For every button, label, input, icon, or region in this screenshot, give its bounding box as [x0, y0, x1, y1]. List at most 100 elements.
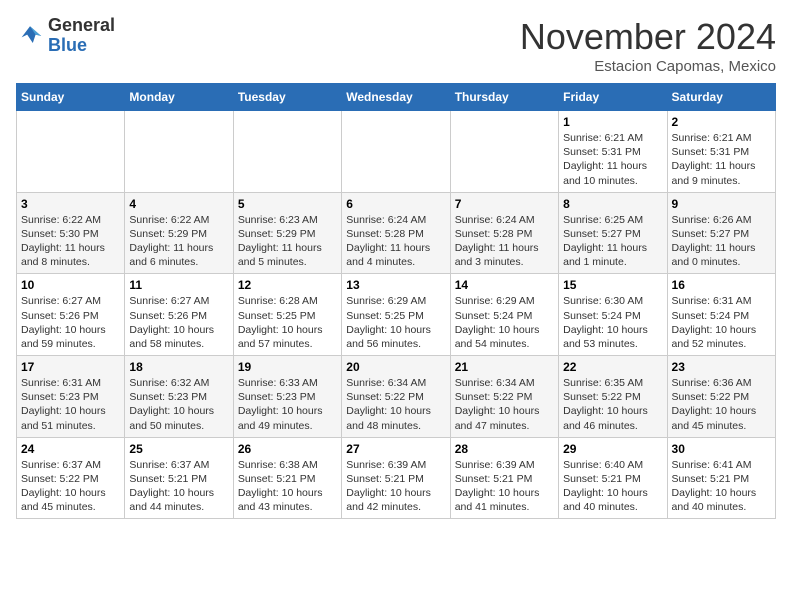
- day-info: Sunrise: 6:34 AM Sunset: 5:22 PM Dayligh…: [455, 376, 554, 433]
- calendar-day: 24 Sunrise: 6:37 AM Sunset: 5:22 PM Dayli…: [17, 437, 125, 519]
- day-number: 8: [563, 197, 662, 211]
- calendar-header-row: SundayMondayTuesdayWednesdayThursdayFrid…: [17, 84, 776, 111]
- day-info: Sunrise: 6:39 AM Sunset: 5:21 PM Dayligh…: [346, 458, 445, 515]
- day-number: 1: [563, 115, 662, 129]
- day-number: 5: [238, 197, 337, 211]
- calendar-body: 1 Sunrise: 6:21 AM Sunset: 5:31 PM Daylig…: [17, 111, 776, 519]
- calendar-day: 17Sunrise: 6:31 AM Sunset: 5:23 PM Dayli…: [17, 356, 125, 438]
- day-info: Sunrise: 6:27 AM Sunset: 5:26 PM Dayligh…: [21, 294, 120, 351]
- day-number: 26: [238, 442, 337, 456]
- calendar-day: 16Sunrise: 6:31 AM Sunset: 5:24 PM Dayli…: [667, 274, 775, 356]
- day-number: 13: [346, 278, 445, 292]
- month-title: November 2024: [520, 16, 776, 58]
- column-header-friday: Friday: [559, 84, 667, 111]
- calendar-day: 19Sunrise: 6:33 AM Sunset: 5:23 PM Dayli…: [233, 356, 341, 438]
- day-info: Sunrise: 6:26 AM Sunset: 5:27 PM Dayligh…: [672, 213, 771, 270]
- calendar-day: 9 Sunrise: 6:26 AM Sunset: 5:27 PM Daylig…: [667, 192, 775, 274]
- logo-blue-text: Blue: [48, 35, 87, 55]
- calendar-day: 28 Sunrise: 6:39 AM Sunset: 5:21 PM Dayli…: [450, 437, 558, 519]
- day-number: 23: [672, 360, 771, 374]
- day-number: 15: [563, 278, 662, 292]
- day-info: Sunrise: 6:24 AM Sunset: 5:28 PM Dayligh…: [455, 213, 554, 270]
- calendar-day: 5 Sunrise: 6:23 AM Sunset: 5:29 PM Daylig…: [233, 192, 341, 274]
- day-info: Sunrise: 6:34 AM Sunset: 5:22 PM Dayligh…: [346, 376, 445, 433]
- calendar-day: 10 Sunrise: 6:27 AM Sunset: 5:26 PM Dayli…: [17, 274, 125, 356]
- location-subtitle: Estacion Capomas, Mexico: [520, 58, 776, 75]
- day-info: Sunrise: 6:29 AM Sunset: 5:25 PM Dayligh…: [346, 294, 445, 351]
- logo: General Blue: [16, 16, 115, 56]
- day-number: 24: [21, 442, 120, 456]
- calendar-day: 3 Sunrise: 6:22 AM Sunset: 5:30 PM Daylig…: [17, 192, 125, 274]
- day-number: 28: [455, 442, 554, 456]
- calendar-day: 7Sunrise: 6:24 AM Sunset: 5:28 PM Daylig…: [450, 192, 558, 274]
- day-info: Sunrise: 6:22 AM Sunset: 5:30 PM Dayligh…: [21, 213, 120, 270]
- day-number: 22: [563, 360, 662, 374]
- column-header-thursday: Thursday: [450, 84, 558, 111]
- day-number: 6: [346, 197, 445, 211]
- calendar-day: 6 Sunrise: 6:24 AM Sunset: 5:28 PM Daylig…: [342, 192, 450, 274]
- column-header-wednesday: Wednesday: [342, 84, 450, 111]
- day-info: Sunrise: 6:21 AM Sunset: 5:31 PM Dayligh…: [672, 131, 771, 188]
- calendar-day: [233, 111, 341, 193]
- calendar-day: [17, 111, 125, 193]
- day-info: Sunrise: 6:23 AM Sunset: 5:29 PM Dayligh…: [238, 213, 337, 270]
- day-number: 10: [21, 278, 120, 292]
- day-info: Sunrise: 6:41 AM Sunset: 5:21 PM Dayligh…: [672, 458, 771, 515]
- day-info: Sunrise: 6:37 AM Sunset: 5:21 PM Dayligh…: [129, 458, 228, 515]
- calendar-day: 13 Sunrise: 6:29 AM Sunset: 5:25 PM Dayli…: [342, 274, 450, 356]
- day-info: Sunrise: 6:39 AM Sunset: 5:21 PM Dayligh…: [455, 458, 554, 515]
- calendar-day: 8Sunrise: 6:25 AM Sunset: 5:27 PM Daylig…: [559, 192, 667, 274]
- calendar-day: 22 Sunrise: 6:35 AM Sunset: 5:22 PM Dayli…: [559, 356, 667, 438]
- title-block: November 2024 Estacion Capomas, Mexico: [520, 16, 776, 75]
- day-number: 17: [21, 360, 120, 374]
- calendar-day: 14 Sunrise: 6:29 AM Sunset: 5:24 PM Dayli…: [450, 274, 558, 356]
- day-info: Sunrise: 6:36 AM Sunset: 5:22 PM Dayligh…: [672, 376, 771, 433]
- day-number: 20: [346, 360, 445, 374]
- calendar-day: 25 Sunrise: 6:37 AM Sunset: 5:21 PM Dayli…: [125, 437, 233, 519]
- calendar-day: 21 Sunrise: 6:34 AM Sunset: 5:22 PM Dayli…: [450, 356, 558, 438]
- day-info: Sunrise: 6:29 AM Sunset: 5:24 PM Dayligh…: [455, 294, 554, 351]
- day-number: 14: [455, 278, 554, 292]
- day-number: 27: [346, 442, 445, 456]
- day-info: Sunrise: 6:37 AM Sunset: 5:22 PM Dayligh…: [21, 458, 120, 515]
- calendar-day: 1 Sunrise: 6:21 AM Sunset: 5:31 PM Daylig…: [559, 111, 667, 193]
- day-number: 16: [672, 278, 771, 292]
- logo-general-text: General: [48, 15, 115, 35]
- day-number: 2: [672, 115, 771, 129]
- day-info: Sunrise: 6:24 AM Sunset: 5:28 PM Dayligh…: [346, 213, 445, 270]
- column-header-monday: Monday: [125, 84, 233, 111]
- day-number: 11: [129, 278, 228, 292]
- calendar-week-1: 1 Sunrise: 6:21 AM Sunset: 5:31 PM Daylig…: [17, 111, 776, 193]
- calendar-day: 12 Sunrise: 6:28 AM Sunset: 5:25 PM Dayli…: [233, 274, 341, 356]
- calendar-day: 4 Sunrise: 6:22 AM Sunset: 5:29 PM Daylig…: [125, 192, 233, 274]
- calendar-week-2: 3 Sunrise: 6:22 AM Sunset: 5:30 PM Daylig…: [17, 192, 776, 274]
- day-number: 12: [238, 278, 337, 292]
- day-number: 4: [129, 197, 228, 211]
- calendar-day: [450, 111, 558, 193]
- calendar-day: 26 Sunrise: 6:38 AM Sunset: 5:21 PM Dayli…: [233, 437, 341, 519]
- calendar-day: 2 Sunrise: 6:21 AM Sunset: 5:31 PM Daylig…: [667, 111, 775, 193]
- day-number: 19: [238, 360, 337, 374]
- calendar-week-4: 17Sunrise: 6:31 AM Sunset: 5:23 PM Dayli…: [17, 356, 776, 438]
- day-number: 25: [129, 442, 228, 456]
- column-header-tuesday: Tuesday: [233, 84, 341, 111]
- day-info: Sunrise: 6:35 AM Sunset: 5:22 PM Dayligh…: [563, 376, 662, 433]
- day-info: Sunrise: 6:38 AM Sunset: 5:21 PM Dayligh…: [238, 458, 337, 515]
- calendar-day: 18Sunrise: 6:32 AM Sunset: 5:23 PM Dayli…: [125, 356, 233, 438]
- day-info: Sunrise: 6:27 AM Sunset: 5:26 PM Dayligh…: [129, 294, 228, 351]
- logo-bird-icon: [16, 22, 44, 50]
- day-info: Sunrise: 6:28 AM Sunset: 5:25 PM Dayligh…: [238, 294, 337, 351]
- calendar-day: 27 Sunrise: 6:39 AM Sunset: 5:21 PM Dayli…: [342, 437, 450, 519]
- day-info: Sunrise: 6:22 AM Sunset: 5:29 PM Dayligh…: [129, 213, 228, 270]
- calendar-table: SundayMondayTuesdayWednesdayThursdayFrid…: [16, 83, 776, 519]
- calendar-day: [125, 111, 233, 193]
- calendar-day: 11 Sunrise: 6:27 AM Sunset: 5:26 PM Dayli…: [125, 274, 233, 356]
- day-number: 3: [21, 197, 120, 211]
- day-number: 9: [672, 197, 771, 211]
- calendar-day: [342, 111, 450, 193]
- day-number: 29: [563, 442, 662, 456]
- day-number: 30: [672, 442, 771, 456]
- day-number: 21: [455, 360, 554, 374]
- day-info: Sunrise: 6:21 AM Sunset: 5:31 PM Dayligh…: [563, 131, 662, 188]
- calendar-day: 15Sunrise: 6:30 AM Sunset: 5:24 PM Dayli…: [559, 274, 667, 356]
